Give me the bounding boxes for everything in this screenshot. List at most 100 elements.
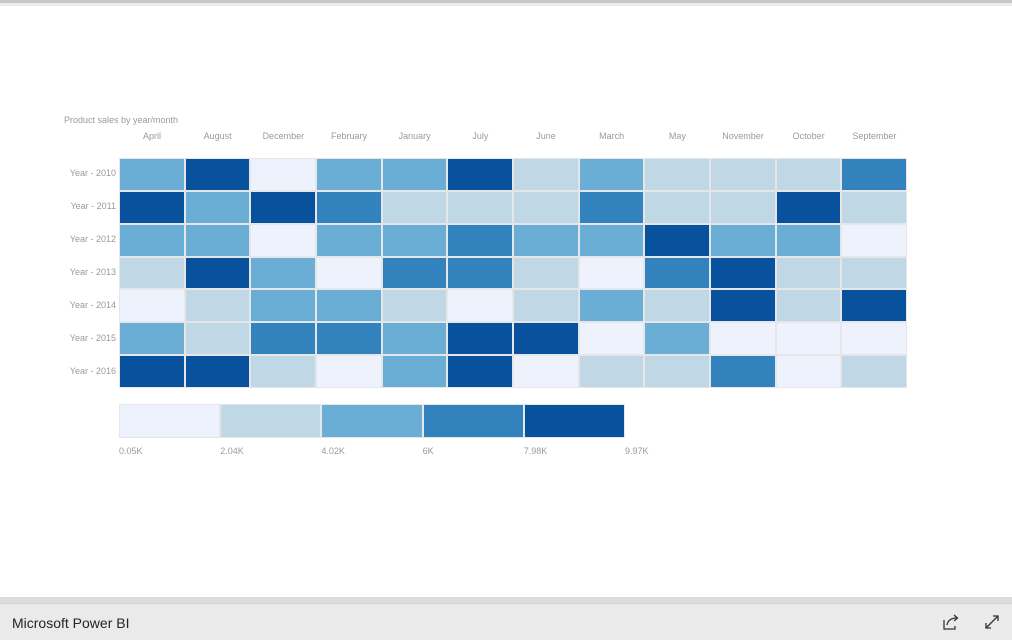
legend-tick-label: 0.05K — [119, 446, 143, 456]
heatmap-cell[interactable] — [185, 159, 250, 190]
heatmap-cell[interactable] — [382, 356, 447, 388]
heatmap-cell[interactable] — [776, 290, 841, 322]
heatmap-grid[interactable] — [119, 158, 907, 388]
year-label: Year - 2016 — [69, 365, 116, 376]
heatmap-cell[interactable] — [579, 224, 644, 256]
heatmap-cell[interactable] — [120, 323, 184, 355]
heatmap-cell[interactable] — [776, 356, 841, 388]
heatmap-cell[interactable] — [645, 159, 710, 190]
heatmap-cell[interactable] — [382, 159, 447, 190]
month-label: February — [330, 131, 367, 141]
heatmap-cell[interactable] — [185, 257, 250, 289]
legend-tick-label: 2.04K — [220, 446, 244, 456]
heatmap-cell[interactable] — [711, 224, 775, 256]
heatmap-cell[interactable] — [711, 323, 775, 355]
heatmap-cell[interactable] — [579, 356, 644, 388]
heatmap-cell[interactable] — [645, 323, 710, 355]
heatmap-cell[interactable] — [514, 356, 578, 388]
heatmap-cell[interactable] — [579, 323, 644, 355]
heatmap-cell[interactable] — [842, 191, 907, 223]
heatmap-cell[interactable] — [448, 159, 512, 190]
heatmap-cell[interactable] — [185, 224, 250, 256]
heatmap-cell[interactable] — [317, 356, 381, 388]
heatmap-cell[interactable] — [120, 159, 184, 190]
heatmap-cell[interactable] — [317, 323, 381, 355]
heatmap-cell[interactable] — [448, 191, 512, 223]
heatmap-cell[interactable] — [382, 257, 447, 289]
heatmap-cell[interactable] — [776, 191, 841, 223]
heatmap-cell[interactable] — [842, 159, 907, 190]
heatmap-cell[interactable] — [382, 323, 447, 355]
heatmap-cell[interactable] — [448, 356, 512, 388]
heatmap-cell[interactable] — [448, 257, 512, 289]
heatmap-cell[interactable] — [448, 224, 512, 256]
heatmap-cell[interactable] — [448, 290, 512, 322]
heatmap-cell[interactable] — [645, 356, 710, 388]
heatmap-cell[interactable] — [251, 159, 315, 190]
heatmap-cell[interactable] — [645, 257, 710, 289]
heatmap-cell[interactable] — [120, 356, 184, 388]
heatmap-cell[interactable] — [185, 191, 250, 223]
heatmap-cell[interactable] — [448, 323, 512, 355]
heatmap-cell[interactable] — [842, 257, 907, 289]
heatmap-cell[interactable] — [514, 323, 578, 355]
share-button[interactable] — [941, 612, 961, 632]
heatmap-cell[interactable] — [711, 290, 775, 322]
heatmap-cell[interactable] — [711, 356, 775, 388]
heatmap-cell[interactable] — [711, 257, 775, 289]
heatmap-cell[interactable] — [120, 191, 184, 223]
heatmap-cell[interactable] — [776, 159, 841, 190]
heatmap-cell[interactable] — [382, 224, 447, 256]
heatmap-cell[interactable] — [185, 290, 250, 322]
heatmap-cell[interactable] — [514, 290, 578, 322]
heatmap-cell[interactable] — [382, 191, 447, 223]
heatmap-cell[interactable] — [251, 290, 315, 322]
month-label: August — [203, 131, 232, 141]
heatmap-cell[interactable] — [120, 257, 184, 289]
heatmap-cell[interactable] — [120, 290, 184, 322]
heatmap-cell[interactable] — [382, 290, 447, 322]
heatmap-cell[interactable] — [251, 323, 315, 355]
heatmap-cell[interactable] — [711, 191, 775, 223]
heatmap-cell[interactable] — [842, 356, 907, 388]
heatmap-cell[interactable] — [514, 224, 578, 256]
heatmap-cell[interactable] — [317, 257, 381, 289]
fullscreen-button[interactable] — [982, 612, 1002, 632]
heatmap-cell[interactable] — [514, 191, 578, 223]
heatmap-cell[interactable] — [645, 191, 710, 223]
heatmap-cell[interactable] — [317, 159, 381, 190]
heatmap-cell[interactable] — [579, 257, 644, 289]
legend-swatch — [120, 405, 220, 437]
year-label: Year - 2013 — [69, 267, 116, 277]
heatmap-cell[interactable] — [317, 290, 381, 322]
heatmap-cell[interactable] — [579, 159, 644, 190]
legend-swatch — [524, 405, 624, 437]
heatmap-cell[interactable] — [251, 224, 315, 256]
heatmap-cell[interactable] — [251, 257, 315, 289]
month-label: October — [792, 131, 825, 141]
heatmap-cell[interactable] — [579, 290, 644, 322]
share-icon — [943, 614, 959, 630]
heatmap-cell[interactable] — [776, 323, 841, 355]
heatmap-cell[interactable] — [317, 191, 381, 223]
heatmap-cell[interactable] — [711, 159, 775, 190]
heatmap-cell[interactable] — [514, 257, 578, 289]
heatmap-cell[interactable] — [842, 224, 907, 256]
heatmap-cell[interactable] — [317, 224, 381, 256]
month-label: January — [398, 131, 431, 141]
heatmap-cell[interactable] — [776, 224, 841, 256]
heatmap-cell[interactable] — [120, 224, 184, 256]
heatmap-cell[interactable] — [645, 290, 710, 322]
heatmap-cell[interactable] — [645, 224, 710, 256]
heatmap-cell[interactable] — [776, 257, 841, 289]
heatmap-cell[interactable] — [251, 191, 315, 223]
heatmap-cell[interactable] — [185, 356, 250, 388]
heatmap-cell[interactable] — [251, 356, 315, 388]
heatmap-cell[interactable] — [514, 159, 578, 190]
heatmap-cell[interactable] — [842, 290, 907, 322]
heatmap-cell[interactable] — [185, 323, 250, 355]
heatmap-cell[interactable] — [579, 191, 644, 223]
month-label: November — [722, 131, 764, 141]
heatmap-cell[interactable] — [842, 323, 907, 355]
year-label: Year - 2010 — [69, 168, 116, 179]
